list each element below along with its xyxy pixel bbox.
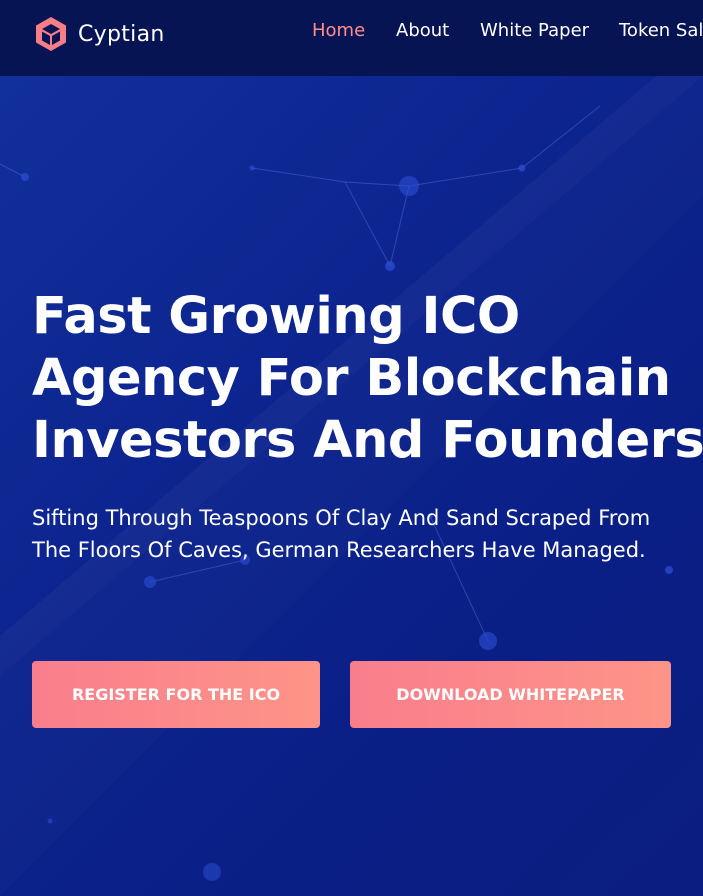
headline-line: Fast Growing ICO bbox=[32, 287, 520, 346]
hero-subtitle: Sifting Through Teaspoons Of Clay And Sa… bbox=[32, 506, 651, 562]
download-whitepaper-button[interactable]: DOWNLOAD WHITEPAPER bbox=[350, 661, 671, 728]
nav-about[interactable]: About bbox=[396, 20, 449, 41]
hero-headline: Fast Growing ICO Agency For Blockchain I… bbox=[32, 286, 703, 472]
hero-section: Fast Growing ICO Agency For Blockchain I… bbox=[0, 76, 703, 896]
nav-token-sale[interactable]: Token Sale bbox=[619, 20, 703, 41]
main-nav: Home About White Paper Token Sale bbox=[0, 20, 703, 44]
nav-home[interactable]: Home bbox=[312, 20, 365, 41]
network-background bbox=[0, 105, 673, 881]
nav-white-paper[interactable]: White Paper bbox=[480, 20, 589, 41]
site-header: Cyptian Home About White Paper Token Sal… bbox=[0, 0, 703, 76]
register-ico-button[interactable]: REGISTER FOR THE ICO bbox=[32, 661, 320, 728]
headline-line: Agency For Blockchain bbox=[32, 349, 671, 408]
headline-line: Investors And Founders bbox=[32, 411, 703, 470]
